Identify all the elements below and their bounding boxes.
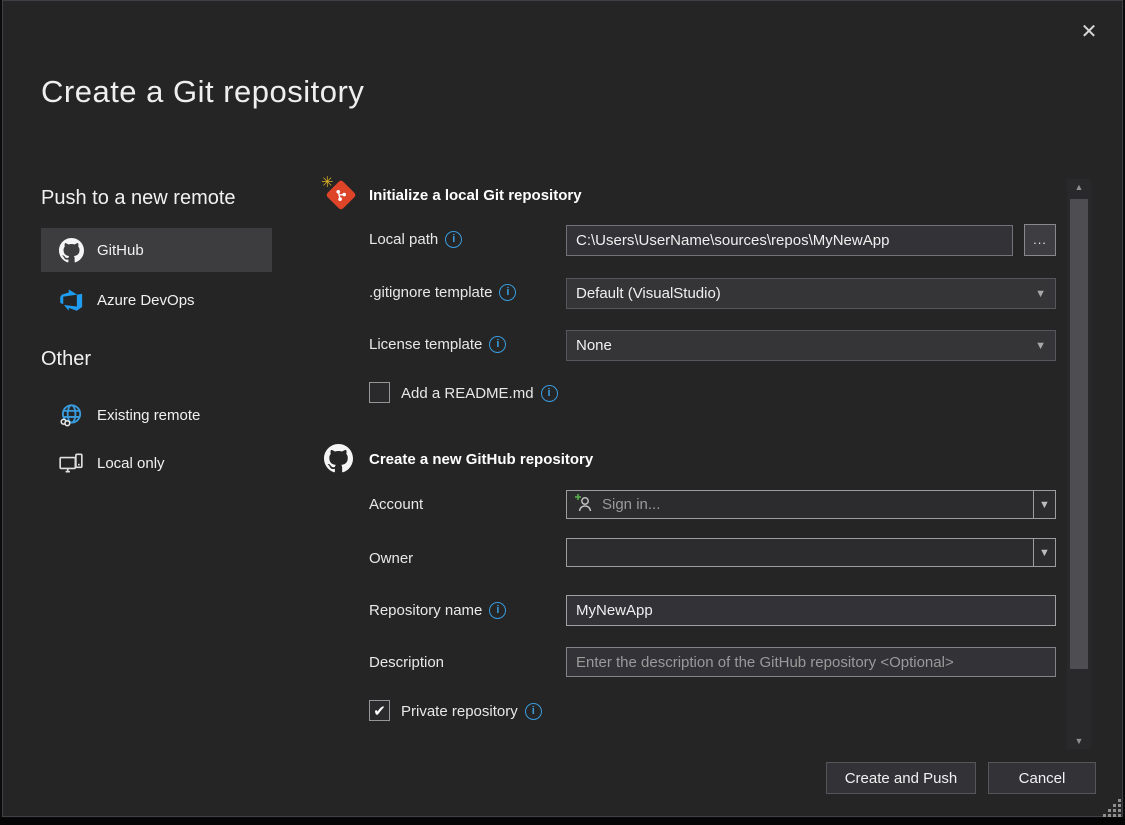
chevron-down-icon: ▼ [1035,288,1046,300]
license-template-dropdown[interactable]: None ▼ [566,330,1056,361]
local-path-input[interactable] [566,225,1013,256]
license-template-label: License template i [369,336,506,353]
scroll-down-icon[interactable]: ▼ [1067,733,1091,749]
info-icon: i [489,336,506,353]
owner-combobox[interactable]: ▼ [566,538,1056,567]
github-section-title: Create a new GitHub repository [369,451,593,468]
readme-label: Add a README.md i [401,385,558,402]
scroll-up-icon[interactable]: ▲ [1067,179,1091,195]
chevron-down-icon: ▼ [1035,340,1046,352]
globe-remote-icon [58,402,84,428]
info-icon: i [525,703,542,720]
account-label: Account [369,496,423,513]
repository-name-label: Repository name i [369,602,506,619]
monitor-device-icon [58,450,84,476]
sidebar-item-label: Existing remote [97,407,200,424]
sidebar-item-github[interactable]: GitHub [41,228,272,272]
sidebar-section-push-title: Push to a new remote [41,187,236,210]
sidebar-item-existing-remote[interactable]: Existing remote [41,393,272,437]
description-input[interactable] [566,647,1056,677]
azure-devops-icon [58,287,84,313]
info-icon: i [445,231,462,248]
gitignore-template-label: .gitignore template i [369,284,516,301]
dialog-title: Create a Git repository [41,74,364,110]
gitignore-template-dropdown[interactable]: Default (VisualStudio) ▼ [566,278,1056,309]
close-icon: ✕ [1081,19,1098,44]
check-icon: ✔ [373,702,386,720]
repository-name-input[interactable] [566,595,1056,626]
sign-in-user-icon [574,493,594,517]
sidebar-item-local-only[interactable]: Local only [41,441,272,485]
description-label: Description [369,654,444,671]
local-path-label: Local path i [369,231,462,248]
sidebar-item-azure-devops[interactable]: Azure DevOps [41,278,272,322]
close-button[interactable]: ✕ [1071,13,1107,49]
screen-edge [0,818,1125,825]
cancel-button[interactable]: Cancel [988,762,1096,794]
init-section-title: Initialize a local Git repository [369,187,582,204]
scrollbar-thumb[interactable] [1070,199,1088,669]
sparkle-icon: ✳ [321,173,334,191]
screen: Create a Git repository ✕ Push to a new … [0,0,1125,825]
owner-label: Owner [369,550,413,567]
info-icon: i [499,284,516,301]
sidebar-item-label: Azure DevOps [97,292,195,309]
chevron-down-icon[interactable]: ▼ [1033,539,1055,566]
info-icon: i [489,602,506,619]
account-combobox[interactable]: Sign in... ▼ [566,490,1056,519]
git-new-repo-icon: ✳ [323,177,359,213]
create-and-push-button[interactable]: Create and Push [826,762,976,794]
account-value: Sign in... [602,496,660,513]
github-section-icon [324,444,353,478]
info-icon: i [541,385,558,402]
private-repository-label: Private repository i [401,703,542,720]
sidebar-item-label: Local only [97,455,165,472]
create-git-repository-dialog: Create a Git repository ✕ Push to a new … [2,0,1123,817]
sidebar-section-other-title: Other [41,348,91,371]
readme-checkbox[interactable] [369,382,390,403]
github-icon [58,237,84,263]
sidebar-item-label: GitHub [97,242,144,259]
browse-button[interactable]: ... [1024,224,1056,256]
private-repository-checkbox[interactable]: ✔ [369,700,390,721]
vertical-scrollbar[interactable]: ▲ ▼ [1067,179,1091,749]
chevron-down-icon[interactable]: ▼ [1033,491,1055,518]
